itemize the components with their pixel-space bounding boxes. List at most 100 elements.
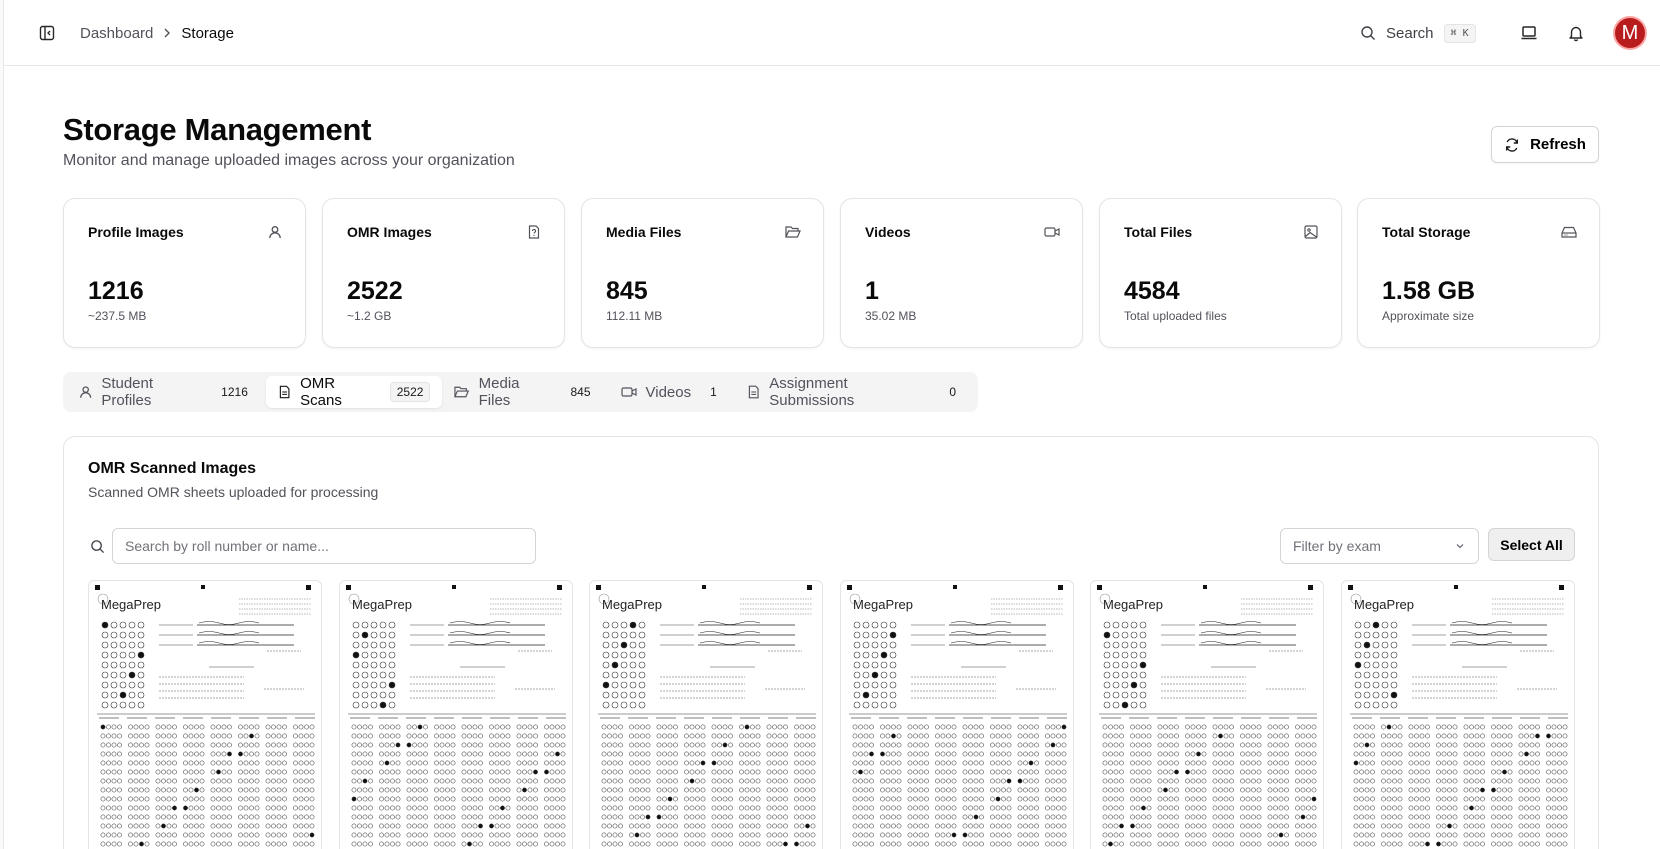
stat-label: Total Files — [1124, 224, 1193, 240]
omr-brand-text: MegaPrep — [352, 597, 412, 612]
exam-filter-select[interactable]: Filter by exam — [1280, 528, 1479, 564]
sidebar-rail — [0, 0, 4, 849]
user-avatar[interactable]: M — [1613, 16, 1647, 50]
tab-count-badge: 845 — [570, 385, 591, 399]
storage-tabs: Student Profiles 1216 OMR Scans 2522 Med… — [63, 372, 978, 412]
omr-images-panel: OMR Scanned Images Scanned OMR sheets up… — [63, 436, 1599, 849]
tab-count-badge: 0 — [949, 385, 956, 399]
stat-label: OMR Images — [347, 224, 432, 240]
tab-assignment-submissions[interactable]: Assignment Submissions 0 — [735, 375, 974, 409]
panel-left-icon — [39, 25, 55, 41]
tab-videos[interactable]: Videos 1 — [609, 376, 735, 408]
search-shortcut-badge: ⌘ K — [1443, 23, 1476, 43]
user-icon — [267, 224, 283, 240]
omr-thumbnail-grid: MegaPrep MegaPrep MegaPrep MegaPrep MegaPrep… — [88, 580, 1576, 849]
tablet-view-button[interactable] — [1516, 20, 1542, 46]
stat-value: 2522 — [347, 277, 403, 305]
tab-label: OMR Scans — [300, 375, 342, 409]
stat-subtext: ~237.5 MB — [88, 309, 147, 323]
omr-sheet-image: MegaPrep — [95, 585, 315, 847]
breadcrumb-dashboard-link[interactable]: Dashboard — [80, 25, 153, 42]
bell-icon — [1569, 26, 1583, 42]
panel-title: OMR Scanned Images — [88, 460, 257, 477]
stat-label: Media Files — [606, 224, 682, 240]
stat-card-total-files: Total Files 4584 Total uploaded files — [1099, 198, 1342, 348]
breadcrumb: Dashboard Storage — [80, 22, 234, 44]
stat-card-omr-images: OMR Images 2522 ~1.2 GB — [322, 198, 565, 348]
stat-card-profile-images: Profile Images 1216 ~237.5 MB — [63, 198, 306, 348]
omr-brand-text: MegaPrep — [1103, 597, 1163, 612]
file-question-icon — [526, 224, 542, 240]
tab-label: Assignment Submissions — [769, 375, 855, 409]
panel-subtitle: Scanned OMR sheets uploaded for processi… — [88, 484, 379, 500]
refresh-icon — [1506, 137, 1519, 152]
sidebar-toggle-button[interactable] — [36, 22, 58, 44]
stat-value: 845 — [606, 277, 648, 305]
tab-student-profiles[interactable]: Student Profiles 1216 — [67, 375, 266, 409]
video-icon — [620, 387, 637, 397]
omr-search-input[interactable] — [112, 528, 536, 564]
tab-count-badge: 1 — [710, 385, 717, 399]
stat-subtext: Approximate size — [1382, 309, 1475, 323]
omr-sheet-image: MegaPrep — [1348, 585, 1568, 847]
omr-thumbnail[interactable]: MegaPrep — [1090, 580, 1324, 849]
hard-drive-icon — [1561, 224, 1577, 240]
stat-value: 1216 — [88, 277, 144, 305]
tab-count-badge: 1216 — [221, 385, 248, 399]
page-title: Storage Management — [63, 112, 372, 147]
omr-thumbnail[interactable]: MegaPrep — [840, 580, 1074, 849]
omr-brand-text: MegaPrep — [101, 597, 161, 612]
breadcrumb-current: Storage — [181, 24, 234, 42]
omr-thumbnail[interactable]: MegaPrep — [1341, 580, 1575, 849]
page-subtitle: Monitor and manage uploaded images acros… — [63, 152, 515, 169]
search-icon — [1361, 26, 1375, 40]
stat-label: Profile Images — [88, 224, 184, 240]
omr-thumbnail[interactable]: MegaPrep — [88, 580, 322, 849]
tab-label: Videos — [645, 383, 692, 401]
refresh-button[interactable]: Refresh — [1491, 126, 1599, 163]
image-icon — [1303, 224, 1319, 240]
omr-sheet-image: MegaPrep — [596, 585, 816, 847]
stat-subtext: 112.11 MB — [606, 309, 663, 323]
omr-thumbnail[interactable]: MegaPrep — [339, 580, 573, 849]
chevron-down-icon — [1456, 544, 1464, 549]
tab-label: Student Profiles — [101, 375, 154, 409]
stat-card-media-files: Media Files 845 112.11 MB — [581, 198, 824, 348]
omr-sheet-image: MegaPrep — [346, 585, 566, 847]
omr-sheet-image: MegaPrep — [847, 585, 1067, 847]
omr-brand-text: MegaPrep — [602, 597, 662, 612]
chevron-right-icon — [161, 27, 173, 39]
notifications-button[interactable] — [1563, 20, 1589, 46]
stat-label: Total Storage — [1382, 224, 1471, 240]
video-icon — [1044, 224, 1060, 240]
omr-thumbnail[interactable]: MegaPrep — [589, 580, 823, 849]
select-all-button[interactable]: Select All — [1488, 528, 1575, 561]
search-label: Search — [1386, 24, 1434, 42]
folder-open-icon — [454, 386, 470, 398]
folder-open-icon — [785, 224, 801, 240]
tab-label: Media Files — [478, 375, 520, 409]
stat-subtext: Total uploaded files — [1124, 309, 1227, 323]
stat-card-total-storage: Total Storage 1.58 GB Approximate size — [1357, 198, 1600, 348]
stat-card-videos: Videos 1 35.02 MB — [840, 198, 1083, 348]
filter-placeholder: Filter by exam — [1293, 538, 1381, 554]
top-bar: Dashboard Storage Search ⌘ K M — [4, 0, 1660, 66]
file-text-icon — [748, 385, 759, 399]
laptop-icon — [1521, 26, 1537, 40]
stat-value: 1 — [865, 277, 879, 305]
stat-value: 1.58 GB — [1382, 277, 1476, 305]
omr-brand-text: MegaPrep — [1354, 597, 1414, 612]
tab-count-badge: 2522 — [389, 382, 431, 402]
stat-subtext: ~1.2 GB — [347, 309, 392, 323]
file-text-icon — [279, 385, 290, 399]
tab-media-files[interactable]: Media Files 845 — [442, 375, 608, 409]
stat-subtext: 35.02 MB — [865, 309, 917, 323]
omr-brand-text: MegaPrep — [853, 597, 913, 612]
stat-value: 4584 — [1124, 277, 1180, 305]
stat-label: Videos — [865, 224, 911, 240]
omr-sheet-image: MegaPrep — [1097, 585, 1317, 847]
global-search-button[interactable]: Search ⌘ K — [1360, 18, 1476, 48]
refresh-label: Refresh — [1530, 136, 1586, 153]
tab-omr-scans[interactable]: OMR Scans 2522 — [265, 375, 443, 409]
user-icon — [80, 386, 92, 398]
